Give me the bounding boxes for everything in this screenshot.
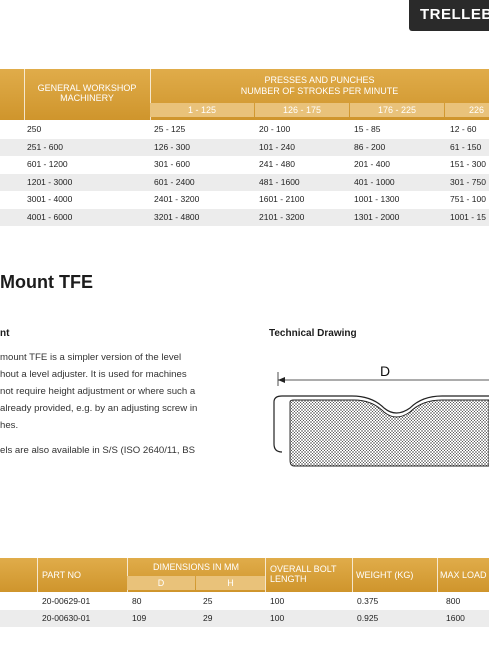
table-row: 250 25 - 125 20 - 100 15 - 85 12 - 60 [0, 121, 489, 139]
table-cell: 251 - 600 [27, 141, 63, 152]
description-subhead: nt [0, 328, 10, 339]
stroke-range-header: 126 - 175 [255, 103, 349, 117]
table-cell: 751 - 100 [450, 194, 486, 204]
table-cell: 1201 - 3000 [27, 176, 73, 187]
table-cell: 25 - 125 [154, 124, 186, 134]
stroke-range-header: 176 - 225 [350, 103, 444, 117]
table-cell: 2101 - 3200 [259, 211, 305, 222]
table-cell: 250 [27, 124, 42, 134]
table-cell: 151 - 300 [450, 159, 486, 169]
description-paragraph: mount TFE is a simpler version of the le… [0, 349, 240, 434]
table-cell: 80 [132, 596, 142, 606]
stroke-range-header: 1 - 125 [150, 103, 254, 117]
dim-h-header: H [196, 576, 265, 590]
table-cell: 109 [132, 613, 147, 623]
table-row: 20-00629-01 80 25 100 0.375 800 [0, 593, 489, 610]
text-line: hout a level adjuster. It is used for ma… [0, 369, 187, 380]
header-divider [437, 558, 438, 592]
table-cell: 126 - 300 [154, 141, 190, 152]
table-cell: 61 - 150 [450, 141, 482, 152]
part-no-header: PART NO [42, 570, 82, 580]
header-divider [265, 558, 266, 592]
table-row: 4001 - 6000 3201 - 4800 2101 - 3200 1301… [0, 208, 489, 226]
table-row: 601 - 1200 301 - 600 241 - 480 201 - 400… [0, 156, 489, 174]
general-workshop-header: GENERAL WORKSHOP MACHINERY [37, 83, 137, 103]
table-cell: 301 - 600 [154, 159, 190, 169]
table-cell: 201 - 400 [354, 159, 390, 169]
technical-drawing: D [273, 363, 489, 467]
mount-side-plate [273, 416, 283, 453]
table-cell: 800 [446, 596, 461, 606]
stroke-range-header: 226 [445, 103, 489, 117]
table-cell: 29 [203, 613, 213, 623]
table-cell: 3201 - 4800 [154, 211, 200, 222]
table-cell: 1301 - 2000 [354, 211, 400, 222]
table-cell: 100 [270, 596, 285, 606]
technical-drawing-subhead: Technical Drawing [269, 328, 357, 339]
brand-logo-text: TRELLEB [420, 6, 489, 23]
part-number-cell: 20-00630-01 [42, 613, 91, 623]
description-text: mount TFE is a simpler version of the le… [0, 349, 240, 467]
table-cell: 25 [203, 596, 213, 606]
table-cell: 86 - 200 [354, 141, 386, 152]
header-divider [352, 558, 353, 592]
dim-d-header: D [127, 576, 195, 590]
presses-header: PRESSES AND PUNCHES NUMBER OF STROKES PE… [150, 75, 489, 97]
table-row: 3001 - 4000 2401 - 3200 1601 - 2100 1001… [0, 191, 489, 209]
table-cell: 0.925 [357, 613, 379, 623]
table-cell: 20 - 100 [259, 124, 291, 134]
text-line: not require height adjustment or where s… [0, 386, 196, 397]
table-cell: 12 - 60 [450, 124, 477, 134]
dimension-arrow [278, 377, 285, 383]
table-cell: 0.375 [357, 596, 379, 606]
presses-header-line1: PRESSES AND PUNCHES [264, 75, 375, 85]
table-cell: 101 - 240 [259, 141, 295, 152]
table-row: 1201 - 3000 601 - 2400 481 - 1600 401 - … [0, 173, 489, 191]
table-cell: 301 - 750 [450, 176, 486, 187]
header-divider [37, 558, 38, 592]
text-line: already provided, e.g. by an adjusting s… [0, 403, 198, 414]
table-cell: 241 - 480 [259, 159, 295, 169]
table-cell: 1001 - 15 [450, 211, 486, 222]
dimensions-header: DIMENSIONS IN MM [152, 562, 239, 572]
table-cell: 3001 - 4000 [27, 194, 73, 204]
table-cell: 1001 - 1300 [354, 194, 400, 204]
description-paragraph: els are also available in S/S (ISO 2640/… [0, 442, 240, 459]
table-cell: 481 - 1600 [259, 176, 300, 187]
part-number-cell: 20-00629-01 [42, 596, 91, 606]
weight-header: WEIGHT (KG) [356, 570, 414, 580]
brand-logo: TRELLEB [409, 0, 489, 31]
table-row: 251 - 600 126 - 300 101 - 240 86 - 200 6… [0, 138, 489, 156]
table-cell: 100 [270, 613, 285, 623]
dimension-label: D [380, 363, 390, 379]
max-load-header: MAX LOAD [440, 570, 487, 580]
text-line: els are also available in S/S (ISO 2640/… [0, 445, 196, 456]
table-cell: 601 - 2400 [154, 176, 195, 187]
table-cell: 4001 - 6000 [27, 211, 73, 222]
table-cell: 601 - 1200 [27, 159, 68, 169]
table-cell: 2401 - 3200 [154, 194, 200, 204]
text-line: hes. [0, 420, 19, 431]
table-cell: 15 - 85 [354, 124, 381, 134]
table-cell: 1601 - 2100 [259, 194, 305, 204]
table-row: 20-00630-01 109 29 100 0.925 1600 [0, 610, 489, 627]
table-cell: 401 - 1000 [354, 176, 395, 187]
text-line: mount TFE is a simpler version of the le… [0, 352, 182, 363]
presses-header-line2: NUMBER OF STROKES PER MINUTE [240, 86, 399, 96]
table-cell: 1600 [446, 613, 465, 623]
rubber-element [289, 399, 489, 467]
bolt-length-header: OVERALL BOLT LENGTH [270, 564, 337, 584]
section-title: Mount TFE [0, 272, 93, 292]
